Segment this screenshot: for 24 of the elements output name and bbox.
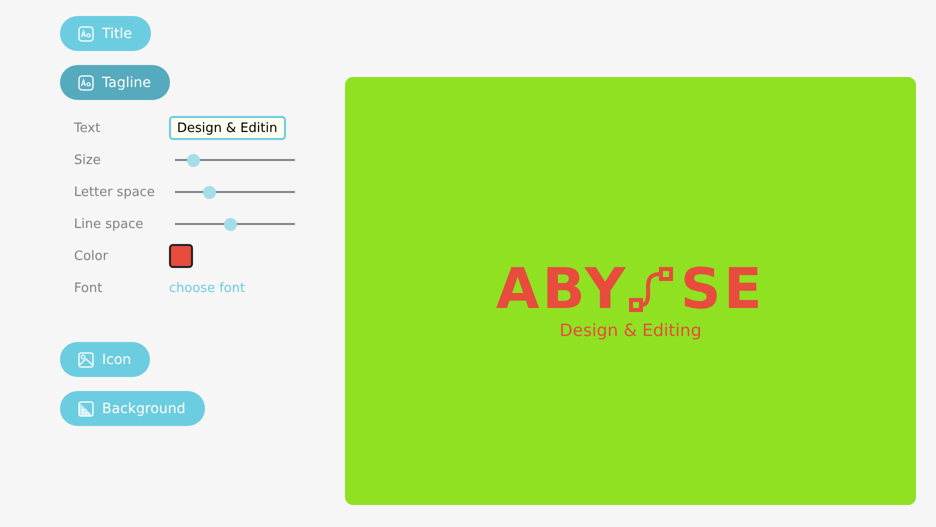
text-style-icon	[78, 26, 94, 42]
text-field[interactable]: Design & Editin	[169, 116, 286, 140]
setting-label: Text	[74, 120, 102, 136]
slider-thumb[interactable]	[202, 186, 216, 198]
text-style-icon	[78, 74, 94, 90]
color-swatch[interactable]	[169, 244, 193, 268]
logo-text: ABY	[496, 259, 628, 321]
image-icon	[78, 352, 94, 368]
setting-label: Letter space	[74, 184, 156, 200]
choose-font-link[interactable]: choose font	[169, 280, 246, 296]
slider-thumb[interactable]	[187, 154, 200, 166]
logo-text: SE	[680, 259, 766, 321]
background-icon	[78, 400, 94, 416]
setting-label: Size	[74, 152, 102, 168]
setting-label: Font	[74, 280, 104, 296]
bezier-curve-icon	[628, 265, 674, 315]
setting-label: Color	[74, 248, 109, 264]
section-button[interactable]: Tagline	[60, 65, 170, 100]
section-button[interactable]: Icon	[60, 342, 150, 377]
setting-label: Line space	[74, 216, 144, 232]
slider-thumb[interactable]	[224, 218, 238, 230]
section-button[interactable]: Background	[60, 391, 205, 426]
section-button[interactable]: Title	[60, 16, 152, 51]
tagline-text: Design & Editing	[560, 321, 702, 341]
